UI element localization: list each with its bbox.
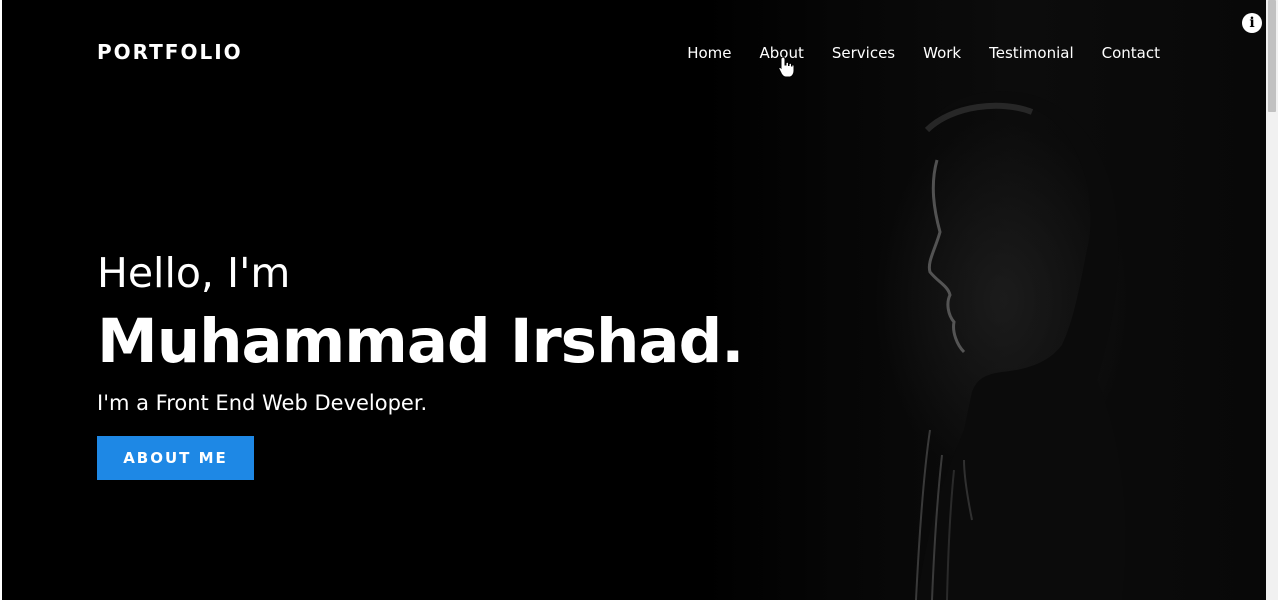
info-icon[interactable]: i: [1242, 13, 1262, 33]
nav-services[interactable]: Services: [832, 43, 895, 63]
scrollbar-thumb[interactable]: [1268, 0, 1276, 112]
nav-home[interactable]: Home: [687, 43, 731, 63]
portrait-photo: [702, 0, 1266, 600]
hero-greeting: Hello, I'm: [97, 249, 291, 297]
about-me-button[interactable]: ABOUT ME: [97, 436, 254, 480]
nav-work[interactable]: Work: [923, 43, 961, 63]
hero-name: Muhammad Irshad.: [97, 306, 744, 377]
portrait-silhouette: [915, 91, 1126, 600]
hero-section: PORTFOLIO Home About Services Work Testi…: [2, 0, 1266, 600]
site-logo[interactable]: PORTFOLIO: [97, 40, 243, 64]
vertical-scrollbar[interactable]: [1266, 0, 1278, 600]
main-nav: Home About Services Work Testimonial Con…: [687, 43, 1160, 63]
hero-role: I'm a Front End Web Developer.: [97, 391, 428, 415]
nav-contact[interactable]: Contact: [1102, 43, 1160, 63]
hand-pointer-icon: [778, 56, 795, 78]
nav-testimonial[interactable]: Testimonial: [989, 43, 1074, 63]
hero-content: Hello, I'm Muhammad Irshad. I'm a Front …: [97, 248, 744, 480]
